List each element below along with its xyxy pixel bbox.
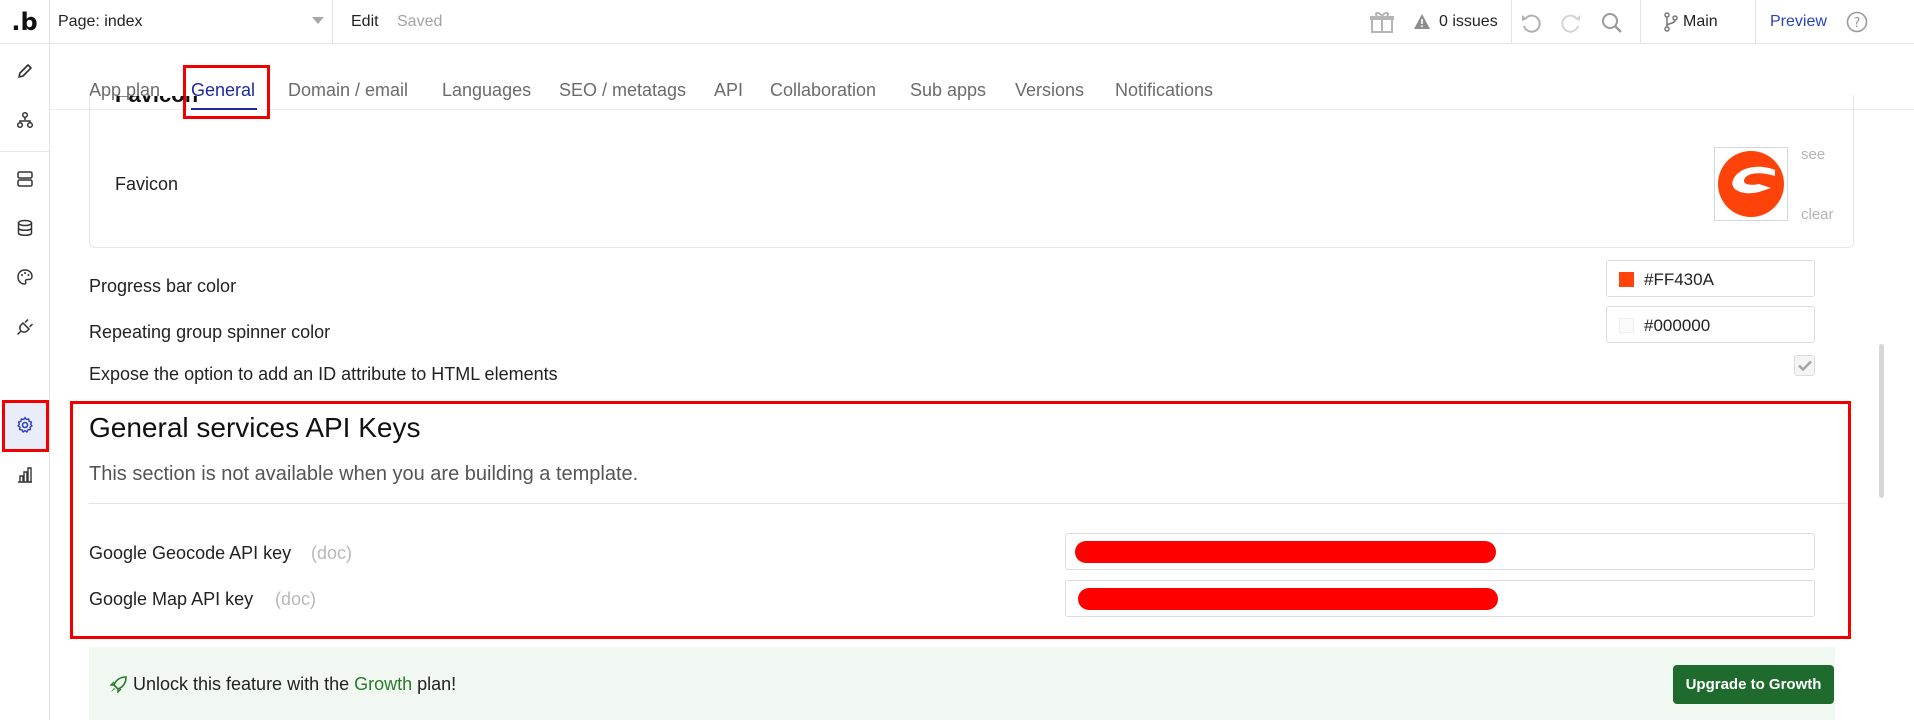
geocode-key-label: Google Geocode API key [89,543,292,563]
favicon-label: Favicon [115,174,179,194]
workflow-tab-button[interactable] [12,107,38,133]
api-keys-notice: This section is not available when you a… [89,463,639,485]
favicon-section-title: Favicon [115,96,235,112]
undo-icon[interactable] [1520,12,1542,34]
upgrade-to-growth-button[interactable]: Upgrade to Growth [1673,665,1834,704]
checkmark-icon [1797,360,1812,371]
plug-icon [16,318,34,336]
design-tab-button[interactable] [12,58,38,84]
favicon-image [1718,151,1784,217]
pencil-icon [18,64,32,78]
branch-selector[interactable]: Main [1683,13,1718,31]
bar-chart-icon [18,467,32,483]
map-doc-link[interactable]: (doc) [275,589,316,610]
left-sidebar [0,44,50,720]
geocode-doc-link[interactable]: (doc) [311,543,352,564]
plugins-tab-button[interactable] [12,314,38,340]
logs-tab-button[interactable] [12,462,38,488]
favicon-upload[interactable] [1714,147,1788,221]
color-value: #000000 [1644,316,1711,335]
progress-bar-color-picker[interactable]: #FF430A [1606,260,1815,297]
expose-id-label: Expose the option to add an ID attribute… [89,364,558,384]
gift-icon[interactable] [1369,10,1395,34]
geocode-key-input[interactable] [1065,533,1815,570]
favicon-see-link[interactable]: see [1801,146,1825,163]
api-keys-title: General services API Keys [89,412,421,443]
sidebar-divider [0,151,49,152]
rocket-icon [110,676,127,693]
favicon-clear-link[interactable]: clear [1801,206,1834,223]
settings-tab-icon-wrap [12,412,38,438]
database-tab-button[interactable] [12,215,38,241]
chevron-down-icon [312,17,324,24]
spinner-color-picker[interactable]: #000000 [1606,306,1815,343]
toolbar-divider [1755,0,1756,44]
branch-icon [1664,12,1678,32]
page-selector[interactable]: Page: index [50,0,333,44]
map-key-input[interactable] [1065,580,1815,617]
bubble-logo[interactable]: .b [0,0,50,44]
redo-icon[interactable] [1560,12,1582,34]
expose-id-checkbox[interactable] [1794,355,1815,376]
map-key-label: Google Map API key [89,589,254,609]
styles-tab-button[interactable] [12,264,38,290]
section-divider [89,503,1847,504]
redaction-mark [1075,541,1496,563]
color-swatch [1619,318,1634,333]
redaction-mark [1078,588,1498,610]
progress-bar-color-label: Progress bar color [89,276,237,296]
plan-name: Growth [354,674,413,694]
palette-icon [17,269,33,285]
server-icon [17,171,33,187]
upgrade-message: Unlock this feature with the Growth plan… [133,674,457,694]
toolbar-divider [1640,0,1641,44]
toolbar-divider [1511,0,1512,44]
database-icon [17,219,33,236]
search-icon[interactable] [1601,12,1623,34]
svg-text:?: ? [1854,16,1861,31]
help-icon[interactable]: ? [1846,11,1868,33]
color-value: #FF430A [1644,270,1714,289]
spinner-color-label: Repeating group spinner color [89,322,331,342]
workflow-icon [16,111,34,129]
top-bar: .b Page: index Edit Saved 0 issues Main … [0,0,1914,44]
favicon-card [89,95,1854,248]
gear-icon [17,416,33,433]
saved-status: Saved [397,13,443,30]
edit-mode-label[interactable]: Edit [351,13,379,31]
color-swatch [1619,272,1634,287]
warning-icon [1414,14,1430,29]
data-tab-button[interactable] [12,166,38,192]
scrollbar-thumb[interactable] [1879,344,1884,498]
issues-count[interactable]: 0 issues [1439,13,1498,31]
page-selector-label: Page: index [58,13,143,30]
preview-link[interactable]: Preview [1770,13,1827,31]
